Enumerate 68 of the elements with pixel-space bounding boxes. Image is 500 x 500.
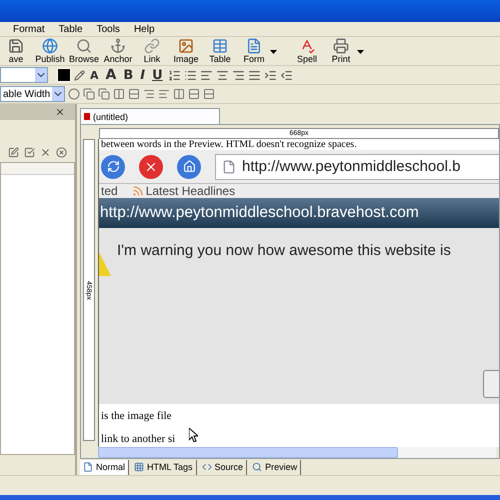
image-icon [178, 38, 194, 54]
magnifier-icon [76, 38, 92, 54]
style-button[interactable]: U [150, 68, 165, 82]
font-size-button[interactable]: A [104, 67, 118, 83]
document-icon [246, 38, 262, 54]
reload-icon [101, 154, 125, 178]
toolbar-button[interactable]: Image [170, 38, 202, 64]
toolbar-button[interactable]: ave [0, 38, 32, 64]
text-line: link to another si [99, 428, 499, 445]
indent-icon[interactable] [264, 68, 277, 82]
pencil-icon[interactable] [74, 70, 85, 80]
close-icon[interactable] [55, 107, 65, 117]
color-swatch[interactable] [57, 68, 71, 82]
align-center-icon[interactable] [216, 68, 229, 82]
view-tab[interactable]: HTML Tags [131, 460, 197, 474]
dialog-title: http://www.peytonmiddleschool.bravehost.com [99, 198, 499, 228]
menu-item[interactable]: Table [58, 24, 83, 34]
toolbar-button[interactable]: Print [325, 38, 357, 64]
font-size-button[interactable]: A [88, 68, 101, 82]
address-field: http://www.peytonmiddleschool.b [215, 154, 499, 180]
globe-icon [42, 38, 58, 54]
edit-icon[interactable] [8, 146, 19, 158]
view-tab[interactable]: Source [198, 460, 248, 474]
caret-icon [270, 50, 277, 54]
width-select[interactable]: able Width [0, 86, 65, 102]
delete-icon[interactable] [40, 146, 51, 158]
menu-item[interactable]: Help [134, 24, 155, 34]
feed-label: Latest Headlines [132, 184, 236, 198]
justify-icon[interactable] [248, 68, 261, 82]
toolbar-button[interactable]: Table [204, 38, 236, 64]
style-button[interactable]: B [121, 68, 136, 82]
toolbar-button[interactable]: Spell [291, 38, 323, 64]
document-tab[interactable]: (untitled) [80, 108, 220, 124]
caret-icon [357, 50, 364, 54]
toolbar-button[interactable]: Browse [68, 38, 100, 64]
outdent-icon[interactable] [280, 68, 293, 82]
dialog-message: I'm warning you now how awesome this website is [117, 242, 451, 259]
align-left-icon[interactable] [200, 68, 213, 82]
menu-item[interactable]: Format [13, 24, 45, 34]
table-icon [212, 38, 228, 54]
view-tab[interactable]: Normal [80, 460, 130, 474]
rss-icon [132, 185, 144, 197]
bullet-list-icon[interactable] [184, 68, 197, 82]
toolbar-button[interactable]: Anchor [102, 38, 134, 64]
toolbar-button[interactable]: Publish [34, 38, 66, 64]
tab-label: ted [101, 184, 118, 198]
view-tab[interactable]: Preview [249, 460, 302, 474]
stop-icon [139, 154, 163, 178]
anchor-icon [110, 38, 126, 54]
warning-icon [99, 252, 113, 276]
align-right-icon[interactable] [232, 68, 245, 82]
code-icon [202, 462, 212, 472]
chain-link-icon [144, 38, 160, 54]
text-line: is the image file [100, 410, 173, 422]
toolbar-button[interactable]: Link [136, 38, 168, 64]
style-button[interactable]: I [138, 68, 148, 82]
checkbox-icon[interactable] [24, 146, 35, 158]
home-icon [177, 154, 201, 178]
select-field[interactable] [0, 67, 48, 83]
pointer-icon [189, 428, 198, 442]
toolbar-button[interactable]: Form [238, 38, 270, 64]
magnifier-icon [252, 462, 262, 472]
menu-item[interactable]: Tools [96, 24, 120, 34]
stop-icon[interactable] [56, 146, 67, 158]
grid-icon [134, 462, 144, 472]
numbered-list-icon[interactable] [168, 68, 181, 82]
paragraph: between words in the Preview. HTML doesn't recognize spaces. [100, 139, 358, 150]
printer-icon [333, 38, 349, 54]
